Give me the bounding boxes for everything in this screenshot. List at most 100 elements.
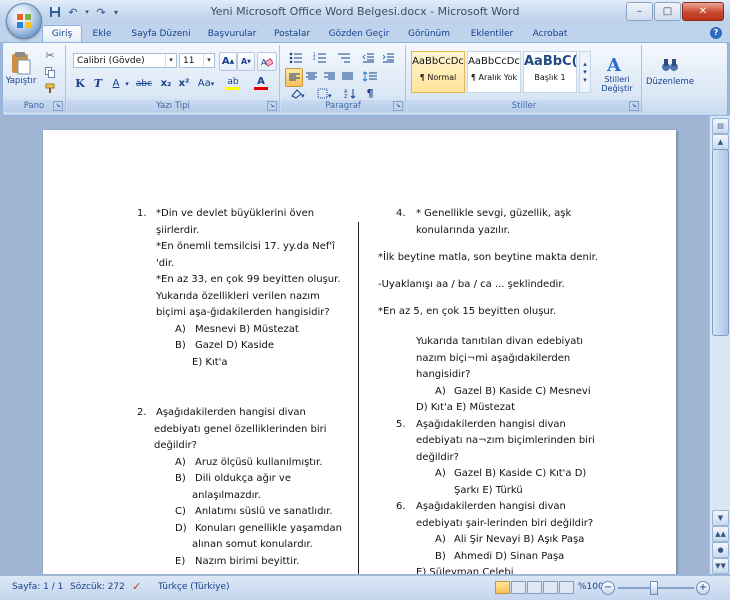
previous-page-icon[interactable]: ▲▲: [712, 526, 729, 542]
close-button[interactable]: ✕: [682, 2, 724, 21]
bullets-icon[interactable]: [285, 49, 307, 66]
change-styles-button[interactable]: A Stilleri Değiştir: [597, 47, 637, 99]
zoom-out-icon[interactable]: −: [601, 581, 615, 595]
tab-ekle[interactable]: Ekle: [86, 26, 118, 42]
document-line: hangisidir?: [416, 369, 471, 380]
language[interactable]: Türkçe (Türkiye): [158, 582, 230, 592]
zoom-level[interactable]: %100: [578, 582, 604, 592]
select-browse-object-icon[interactable]: ●: [712, 542, 729, 558]
tab-eklentiler[interactable]: Eklentiler: [464, 26, 520, 42]
document-line: nazım biçi¬mi aşağıdakilerden: [416, 352, 571, 364]
paragraph-group-label: Paragraf: [281, 100, 405, 112]
web-layout-icon[interactable]: [527, 581, 542, 594]
multilevel-list-icon[interactable]: [333, 49, 355, 66]
increase-indent-icon[interactable]: [379, 49, 397, 66]
page-count[interactable]: Sayfa: 1 / 1: [12, 582, 63, 592]
style-heading-1[interactable]: AaBbC( Başlık 1: [523, 51, 578, 93]
outline-view-icon[interactable]: [543, 581, 558, 594]
option-text: Gazel D) Kaside: [195, 340, 275, 351]
font-group: Calibri (Gövde) ▾ 11 ▾ A ▲ A ▼ A K T A ▾ a…: [67, 45, 280, 112]
underline-button[interactable]: A: [109, 75, 123, 92]
format-painter-icon[interactable]: [43, 82, 57, 95]
print-layout-view-icon[interactable]: [495, 581, 510, 594]
tab-gozden-gecir[interactable]: Gözden Geçir: [326, 26, 392, 42]
underline-dropdown-icon[interactable]: ▾: [123, 75, 131, 92]
minimize-button[interactable]: –: [626, 2, 653, 21]
proofing-icon[interactable]: ✓: [132, 580, 141, 593]
shrink-font-button[interactable]: A ▼: [237, 52, 255, 71]
document-line: *İlk beytine matla, son beytine makta de…: [378, 252, 599, 263]
document-page[interactable]: 1. *Din ve devlet büyüklerini öven şiirler…: [43, 130, 676, 574]
style-normal[interactable]: AaBbCcDc ¶ Normal: [411, 51, 465, 93]
highlight-color-swatch: [226, 87, 240, 90]
help-icon[interactable]: ?: [710, 27, 722, 39]
paste-button[interactable]: Yapıştır: [6, 47, 36, 89]
tab-postalar[interactable]: Postalar: [270, 26, 314, 42]
scroll-up-icon: ▴: [583, 60, 587, 68]
change-case-button[interactable]: Aa ▾: [195, 75, 217, 92]
tab-gorunum[interactable]: Görünüm: [404, 26, 454, 42]
ruler-toggle-icon[interactable]: ▤: [712, 118, 729, 134]
next-page-icon[interactable]: ▼▼: [712, 558, 729, 574]
font-color-button[interactable]: A: [249, 75, 273, 92]
document-line: konularında yazılır.: [416, 224, 511, 236]
word-count[interactable]: Sözcük: 272: [70, 582, 125, 592]
option-marker: B): [175, 340, 186, 351]
document-line: değildir?: [154, 440, 197, 451]
scroll-up-icon[interactable]: ▲: [712, 134, 729, 150]
font-launcher-icon[interactable]: ↘: [267, 101, 277, 111]
strikethrough-button[interactable]: abc: [133, 75, 155, 92]
paragraph-launcher-icon[interactable]: ↘: [393, 101, 403, 111]
office-button[interactable]: [6, 3, 42, 39]
option-text: Nazım birimi beyittir.: [195, 555, 300, 567]
grow-font-button[interactable]: A ▲: [219, 52, 237, 71]
tab-basvurular[interactable]: Başvurular: [204, 26, 260, 42]
align-right-icon[interactable]: [321, 68, 337, 85]
option-text: Aruz ölçüsü kullanılmıştır.: [195, 456, 323, 468]
align-center-icon[interactable]: [303, 68, 319, 85]
clear-format-icon[interactable]: A: [257, 52, 277, 71]
vertical-scrollbar[interactable]: ▤ ▲ ▼ ▲▲ ● ▼▼: [709, 116, 730, 574]
scrollbar-thumb[interactable]: [712, 149, 729, 336]
scroll-down-icon[interactable]: ▼: [712, 510, 729, 526]
numbering-icon[interactable]: 12: [309, 49, 331, 66]
maximize-button[interactable]: □: [654, 2, 681, 21]
zoom-in-icon[interactable]: +: [696, 581, 710, 595]
title-bar: ↶ ▾ ↷ ▾ Yeni Microsoft Office Word Belge…: [0, 0, 730, 25]
document-line: Aşağıdakilerden hangisi divan: [156, 407, 306, 418]
line-spacing-icon[interactable]: [359, 68, 381, 85]
draft-view-icon[interactable]: [559, 581, 574, 594]
highlight-button[interactable]: ab: [221, 75, 245, 92]
copy-icon[interactable]: [43, 66, 57, 79]
document-line: Aşağıdakilerden hangisi divan: [416, 418, 566, 430]
more-styles-icon: ▾: [583, 76, 587, 84]
italic-button[interactable]: T: [91, 75, 105, 92]
chevron-down-icon: ▾: [203, 54, 214, 67]
tab-acrobat[interactable]: Acrobat: [530, 26, 570, 42]
clipboard-launcher-icon[interactable]: ↘: [53, 101, 63, 111]
document-line: edebiyatı na¬zım biçimlerinden biri: [416, 435, 595, 446]
font-name-select[interactable]: Calibri (Gövde) ▾: [73, 53, 177, 68]
style-no-spacing[interactable]: AaBbCcDc ¶ Aralık Yok: [467, 51, 521, 93]
bold-button[interactable]: K: [73, 75, 87, 92]
tab-giris[interactable]: Giriş: [42, 25, 82, 42]
superscript-button[interactable]: x²: [177, 75, 191, 92]
styles-launcher-icon[interactable]: ↘: [629, 101, 639, 111]
zoom-slider-thumb[interactable]: [650, 581, 658, 595]
option-marker: A): [435, 468, 446, 479]
styles-scroll[interactable]: ▴ ▾ ▾: [579, 51, 591, 93]
font-size-select[interactable]: 11 ▾: [179, 53, 215, 68]
svg-text:▾: ▾: [328, 92, 332, 99]
subscript-button[interactable]: x₂: [159, 75, 173, 92]
decrease-indent-icon[interactable]: [359, 49, 377, 66]
svg-text:A: A: [606, 55, 622, 75]
office-logo-icon: [17, 14, 31, 28]
document-line: *Din ve devlet büyüklerini öven: [156, 208, 315, 219]
cut-icon[interactable]: ✂: [43, 49, 57, 62]
justify-icon[interactable]: [339, 68, 355, 85]
full-screen-reading-icon[interactable]: [511, 581, 526, 594]
question-number: 1.: [137, 208, 147, 219]
ribbon: Yapıştır ✂ Pano ↘ Calibri (Gövde) ▾ 11 ▾…: [2, 42, 728, 116]
editing-button[interactable]: Düzenleme: [646, 47, 694, 97]
tab-sayfa-duzeni[interactable]: Sayfa Düzeni: [128, 26, 194, 42]
